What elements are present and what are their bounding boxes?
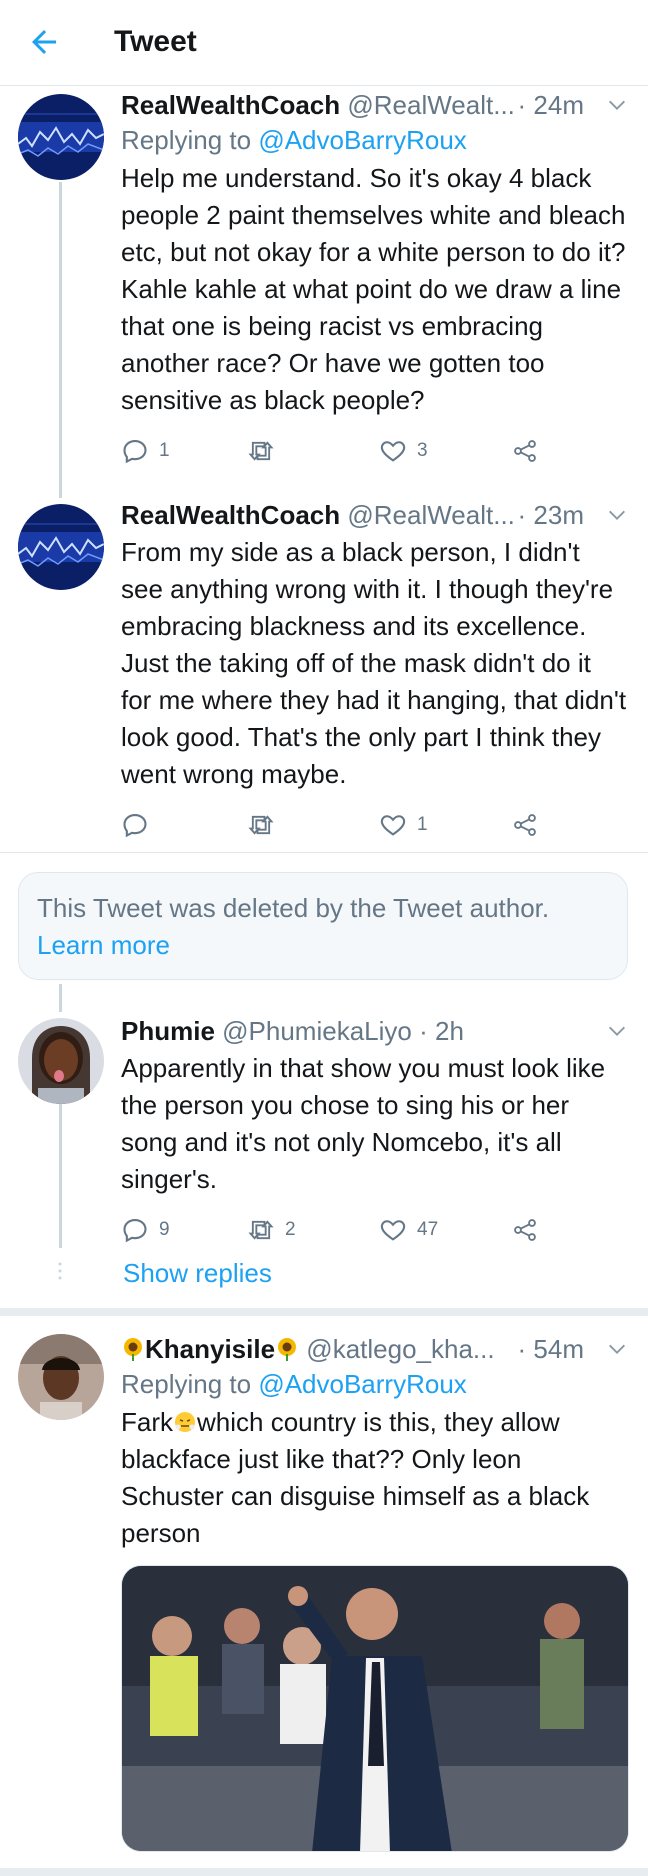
tweet-time: · 24m — [517, 90, 584, 120]
share-icon — [514, 1219, 536, 1241]
share-icon — [514, 814, 536, 836]
reply-button[interactable]: 9 — [121, 1210, 170, 1250]
tweet-time: · 23m — [517, 500, 584, 530]
avatar[interactable] — [18, 94, 104, 180]
tweet-header: RealWealthCoach @RealWealt... · 24m — [121, 88, 628, 122]
section-divider — [0, 1308, 648, 1316]
tweet-media-image[interactable] — [121, 1565, 629, 1852]
tweet-text-start: Fark — [121, 1407, 173, 1437]
like-count: 1 — [417, 814, 428, 835]
sunflower-emoji — [124, 1338, 142, 1361]
tweet-time: · 2h — [419, 1016, 464, 1046]
tweet-header: RealWealthCoach @RealWealt... · 23m — [121, 498, 628, 532]
author-handle[interactable]: @RealWealt... — [347, 500, 515, 530]
learn-more-link[interactable]: Learn more — [37, 930, 170, 960]
reply-count: 1 — [159, 440, 170, 461]
reply-button[interactable]: 1 — [121, 431, 170, 471]
sunflower-emoji — [278, 1338, 297, 1361]
more-replies-dots — [58, 1262, 62, 1280]
tweet-content: Khanyisile @katlego_kha... · 54m Replyin… — [121, 1332, 628, 1552]
retweet-icon — [248, 1220, 274, 1240]
tweet-text: Help me understand. So it's okay 4 black… — [121, 163, 626, 415]
author-handle[interactable]: @RealWealt... — [347, 90, 515, 120]
steam-face-emoji — [175, 1412, 195, 1432]
retweet-icon — [248, 815, 274, 835]
thread-line — [59, 182, 62, 498]
tweet-text: Fark which country is this, they allow bl… — [121, 1404, 628, 1552]
tweet-header: Phumie @PhumiekaLiyo · 2h — [121, 1014, 628, 1048]
retweet-button[interactable]: 2 — [247, 1210, 296, 1250]
replying-to: Replying to @AdvoBarryRoux — [121, 1366, 628, 1402]
like-icon — [380, 441, 406, 462]
like-count: 3 — [417, 440, 428, 461]
avatar[interactable] — [18, 504, 104, 590]
tweet-actions: 1 3 — [121, 431, 628, 471]
tweet-content: RealWealthCoach @RealWealt... · 24m Repl… — [121, 88, 628, 471]
tweet-actions: 1 — [121, 805, 628, 845]
chevron-down-icon[interactable] — [606, 504, 628, 526]
share-button[interactable] — [511, 1210, 549, 1250]
author-handle[interactable]: @PhumiekaLiyo — [222, 1016, 412, 1046]
avatar[interactable] — [18, 1334, 104, 1420]
author-handle[interactable]: @katlego_kha... — [306, 1334, 494, 1364]
like-count: 47 — [417, 1219, 439, 1240]
author-name[interactable]: Khanyisile — [145, 1334, 275, 1364]
deleted-text: This Tweet was deleted by the Tweet auth… — [37, 893, 550, 923]
retweet-icon — [248, 441, 274, 461]
like-button[interactable]: 3 — [379, 431, 428, 471]
like-button[interactable]: 47 — [379, 1210, 438, 1250]
reply-icon — [123, 814, 147, 838]
author-name[interactable]: RealWealthCoach — [121, 500, 340, 530]
replying-prefix: Replying to — [121, 1369, 259, 1399]
replying-to: Replying to @AdvoBarryRoux — [121, 122, 628, 158]
tweet-time: · 54m — [517, 1334, 584, 1364]
share-button[interactable] — [511, 805, 549, 845]
retweet-count: 2 — [285, 1219, 296, 1240]
tweet-text: Apparently in that show you must look li… — [121, 1053, 606, 1194]
reply-icon — [123, 1219, 147, 1243]
chevron-down-icon[interactable] — [606, 94, 628, 116]
replying-to-link[interactable]: @AdvoBarryRoux — [258, 1369, 466, 1399]
like-icon — [380, 815, 406, 836]
like-button[interactable]: 1 — [379, 805, 428, 845]
back-arrow-icon[interactable] — [26, 24, 62, 60]
reply-count: 9 — [159, 1219, 170, 1240]
top-bar: Tweet — [0, 0, 648, 86]
replying-to-link[interactable]: @AdvoBarryRoux — [258, 125, 466, 155]
replying-prefix: Replying to — [121, 125, 259, 155]
tweet-content: Phumie @PhumiekaLiyo · 2h Apparently in … — [121, 1014, 628, 1250]
tweet-text: From my side as a black person, I didn't… — [121, 537, 627, 789]
tweet-header: Khanyisile @katlego_kha... · 54m — [121, 1332, 628, 1366]
author-name[interactable]: RealWealthCoach — [121, 90, 340, 120]
show-replies-link[interactable]: Show replies — [123, 1258, 272, 1289]
divider — [0, 852, 648, 853]
share-button[interactable] — [511, 431, 549, 471]
thread-line — [59, 1104, 62, 1248]
tweet-content: RealWealthCoach @RealWealt... · 23m From… — [121, 498, 628, 845]
chevron-down-icon[interactable] — [606, 1338, 628, 1360]
tweet-actions: 9 2 47 — [121, 1210, 628, 1250]
thread-line — [59, 984, 62, 1012]
like-icon — [380, 1220, 406, 1241]
page-title: Tweet — [114, 25, 197, 58]
avatar[interactable] — [18, 1018, 104, 1104]
deleted-tweet-notice: This Tweet was deleted by the Tweet auth… — [18, 872, 628, 980]
reply-icon — [123, 440, 147, 464]
chevron-down-icon[interactable] — [606, 1020, 628, 1042]
share-icon — [514, 440, 536, 462]
retweet-button[interactable] — [247, 805, 285, 845]
reply-button[interactable] — [121, 805, 159, 845]
retweet-button[interactable] — [247, 431, 285, 471]
author-name[interactable]: Phumie — [121, 1016, 215, 1046]
bottom-divider — [0, 1868, 648, 1876]
